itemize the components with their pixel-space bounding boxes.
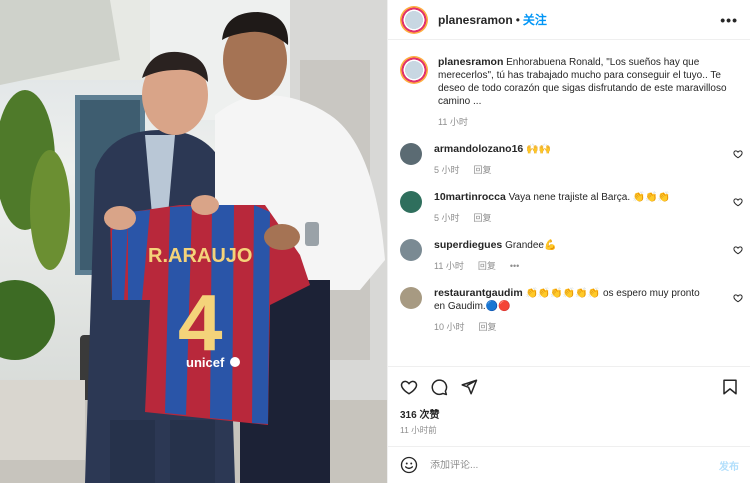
comment-like-heart-icon[interactable] (733, 293, 743, 303)
comment-meta: 10 小时 回复 (434, 321, 710, 334)
caption-body: planesramon Enhorabuena Ronald, "Los sue… (438, 56, 734, 129)
comment-time[interactable]: 5 小时 (434, 212, 460, 225)
comment-more-icon[interactable]: ••• (510, 260, 519, 273)
comment-like-heart-icon[interactable] (733, 245, 743, 255)
comment-body: armandolozano16 🙌🙌 5 小时 回复 (434, 143, 710, 177)
author-username[interactable]: planesramon (438, 13, 513, 27)
commenter-username[interactable]: armandolozano16 (434, 143, 523, 155)
header-separator: • (515, 12, 520, 27)
comment-item: armandolozano16 🙌🙌 5 小时 回复 (388, 143, 750, 177)
emoji-icon[interactable] (400, 456, 418, 474)
caption-username[interactable]: planesramon (438, 56, 503, 68)
likes-count[interactable]: 316 次赞 (400, 406, 439, 421)
reply-button[interactable]: 回复 (479, 321, 497, 334)
comment-text: Grandee💪 (505, 240, 557, 251)
comment-time[interactable]: 5 小时 (434, 164, 460, 177)
comment-like-heart-icon[interactable] (733, 149, 743, 159)
reply-button[interactable]: 回复 (474, 212, 492, 225)
comment-bubble-icon[interactable] (430, 378, 448, 396)
commenter-avatar[interactable] (400, 287, 422, 309)
post-photo[interactable]: R.ARAUJO 4 unicef (0, 0, 387, 483)
caption-time[interactable]: 11 小时 (438, 116, 468, 129)
comment-time[interactable]: 11 小时 (434, 260, 464, 273)
reply-button[interactable]: 回复 (478, 260, 496, 273)
comment-item: restaurantgaudim 👏👏👏👏👏👏 os espero muy pr… (388, 287, 750, 334)
comment-text: 🙌🙌 (526, 144, 551, 155)
share-paper-plane-icon[interactable] (460, 378, 478, 396)
svg-text:unicef: unicef (186, 355, 225, 370)
post-timestamp[interactable]: 11 小时前 (400, 424, 437, 436)
post-caption: planesramon Enhorabuena Ronald, "Los sue… (388, 48, 750, 137)
comment-time[interactable]: 10 小时 (434, 321, 465, 334)
photo-illustration: R.ARAUJO 4 unicef (0, 0, 387, 483)
comment-input[interactable] (430, 459, 719, 471)
comment-meta: 11 小时 回复 ••• (434, 260, 710, 273)
svg-text:4: 4 (178, 278, 223, 367)
comment-body: 10martinrocca Vaya nene trajiste al Barç… (434, 191, 710, 225)
post-comment-button[interactable]: 发布 (719, 458, 739, 473)
post-header: planesramon • 关注 ••• (388, 0, 750, 40)
caption-meta: 11 小时 (438, 116, 734, 129)
reply-button[interactable]: 回复 (474, 164, 492, 177)
action-bar (388, 366, 750, 406)
comment-body: restaurantgaudim 👏👏👏👏👏👏 os espero muy pr… (434, 287, 710, 334)
add-comment-bar: 发布 (388, 446, 750, 483)
comment-meta: 5 小时 回复 (434, 164, 710, 177)
follow-button[interactable]: 关注 (523, 11, 547, 28)
comments-list: planesramon Enhorabuena Ronald, "Los sue… (388, 48, 750, 334)
commenter-username[interactable]: superdiegues (434, 239, 502, 251)
commenter-username[interactable]: 10martinrocca (434, 191, 506, 203)
svg-text:R.ARAUJO: R.ARAUJO (148, 245, 252, 267)
more-options-icon[interactable]: ••• (720, 12, 738, 28)
post-side-panel: planesramon • 关注 ••• planesramon Enhorab… (387, 0, 750, 483)
commenter-avatar[interactable] (400, 239, 422, 261)
comment-meta: 5 小时 回复 (434, 212, 710, 225)
author-avatar[interactable] (400, 5, 428, 34)
comment-item: superdiegues Grandee💪 11 小时 回复 ••• (388, 239, 750, 273)
like-heart-icon[interactable] (400, 378, 418, 396)
commenter-username[interactable]: restaurantgaudim (434, 287, 523, 299)
comment-body: superdiegues Grandee💪 11 小时 回复 ••• (434, 239, 710, 273)
save-bookmark-icon[interactable] (721, 378, 739, 396)
commenter-avatar[interactable] (400, 191, 422, 213)
caption-avatar[interactable] (400, 56, 428, 84)
comment-item: 10martinrocca Vaya nene trajiste al Barç… (388, 191, 750, 225)
commenter-avatar[interactable] (400, 143, 422, 165)
comment-text: Vaya nene trajiste al Barça. 👏👏👏 (508, 192, 671, 203)
comment-like-heart-icon[interactable] (733, 197, 743, 207)
